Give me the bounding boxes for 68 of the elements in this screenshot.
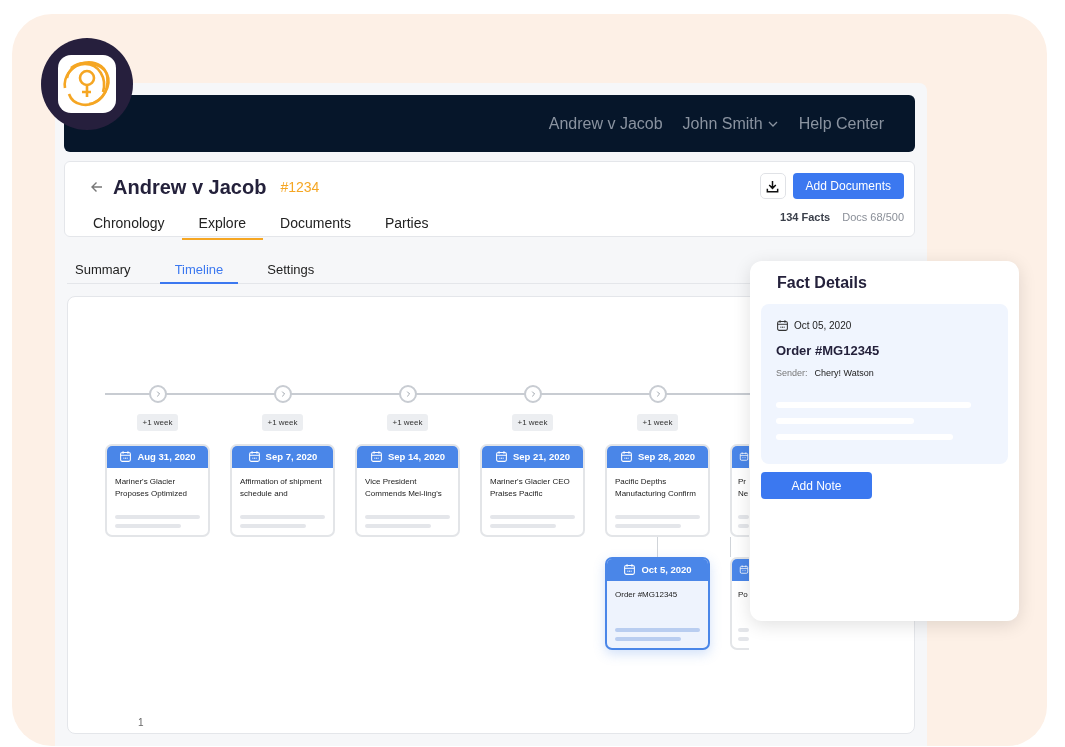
calendar-icon	[119, 449, 133, 463]
add-documents-button[interactable]: Add Documents	[792, 173, 904, 199]
timeline-node[interactable]	[148, 385, 167, 403]
calendar-icon	[494, 449, 508, 463]
download-button[interactable]	[759, 173, 786, 199]
subtab[interactable]: Timeline	[159, 260, 239, 284]
timeline-node[interactable]	[523, 385, 542, 403]
interval-badge: +1 week	[637, 414, 678, 431]
event-card[interactable]: Oct 5, 2020 Order #MG12345	[605, 557, 710, 650]
fact-title: Order #MG12345	[776, 343, 881, 358]
panel-title: Fact Details	[777, 274, 868, 292]
add-note-button[interactable]: Add Note	[761, 472, 872, 499]
calendar-icon	[619, 449, 633, 463]
event-card[interactable]: Pr Ne	[730, 444, 749, 537]
card-title: Po	[738, 589, 748, 601]
download-icon	[765, 178, 781, 194]
tab[interactable]: Explore	[181, 209, 264, 240]
interval-badge: +1 week	[262, 414, 303, 431]
card-title: Pr Ne	[738, 476, 749, 500]
card-title: Affirmation of shipment schedule and	[240, 476, 323, 500]
case-title: Andrew v Jacob	[113, 175, 267, 199]
case-link[interactable]: Andrew v Jacob	[548, 114, 663, 133]
card-title: Mariner's Glacier Proposes Optimized	[115, 476, 189, 500]
interval-badge: +1 week	[387, 414, 428, 431]
subtab[interactable]: Summary	[67, 260, 139, 284]
connector-line	[730, 537, 731, 557]
event-card[interactable]: Sep 28, 2020 Pacific Depths Manufacturing Confirm	[605, 444, 710, 537]
interval-badge: +1 week	[137, 414, 178, 431]
tab[interactable]: Chronology	[76, 209, 182, 240]
calendar-icon	[739, 562, 749, 576]
card-date: Aug 31, 2020	[137, 450, 196, 462]
event-card[interactable]: Sep 14, 2020 Vice President Commends Mei-ling's	[355, 444, 460, 537]
text-placeholder-bar	[615, 637, 681, 641]
card-title: Mariner's Glacier CEO Praises Pacific	[490, 476, 571, 500]
event-card[interactable]: Sep 7, 2020 Affirmation of shipment schedule and	[230, 444, 335, 537]
calendar-icon	[739, 449, 749, 463]
timeline-node[interactable]	[648, 385, 667, 403]
card-title: Vice President Commends Mei-ling's	[365, 476, 443, 500]
tab[interactable]: Documents	[263, 209, 368, 240]
subtab[interactable]: Settings	[259, 260, 323, 284]
calendar-icon	[623, 562, 637, 576]
event-card[interactable]: Po	[730, 557, 749, 650]
card-date: Sep 14, 2020	[387, 450, 445, 462]
sender-label: Sender:	[776, 368, 808, 378]
fact-date: Oct 05, 2020	[794, 320, 852, 331]
sender-name: Chery! Watson	[814, 368, 874, 378]
help-center-link[interactable]: Help Center	[798, 114, 884, 133]
timeline-node[interactable]	[273, 385, 292, 403]
calendar-icon	[776, 319, 789, 332]
case-number: #1234	[280, 179, 320, 195]
interval-badge: +1 week	[512, 414, 553, 431]
facts-count: 134 Facts	[780, 211, 831, 223]
calendar-icon	[369, 449, 383, 463]
card-date: Sep 28, 2020	[637, 450, 695, 462]
event-card[interactable]: Sep 21, 2020 Mariner's Glacier CEO Praises Pacific	[480, 444, 585, 537]
connector-line	[657, 537, 658, 557]
card-date: Sep 21, 2020	[512, 450, 570, 462]
event-card[interactable]: Aug 31, 2020 Mariner's Glacier Proposes Optimized	[105, 444, 210, 537]
timeline-node[interactable]	[398, 385, 417, 403]
card-title: Pacific Depths Manufacturing Confirm	[615, 476, 697, 500]
tab[interactable]: Parties	[367, 209, 446, 240]
card-date: Sep 7, 2020	[265, 450, 318, 462]
card-title: Order #MG12345	[615, 589, 679, 601]
user-menu[interactable]: John Smith	[682, 114, 779, 133]
docs-usage: Docs 68/500	[842, 211, 904, 223]
card-date: Oct 5, 2020	[641, 563, 692, 575]
page-number: 1	[138, 717, 144, 728]
calendar-icon	[247, 449, 261, 463]
